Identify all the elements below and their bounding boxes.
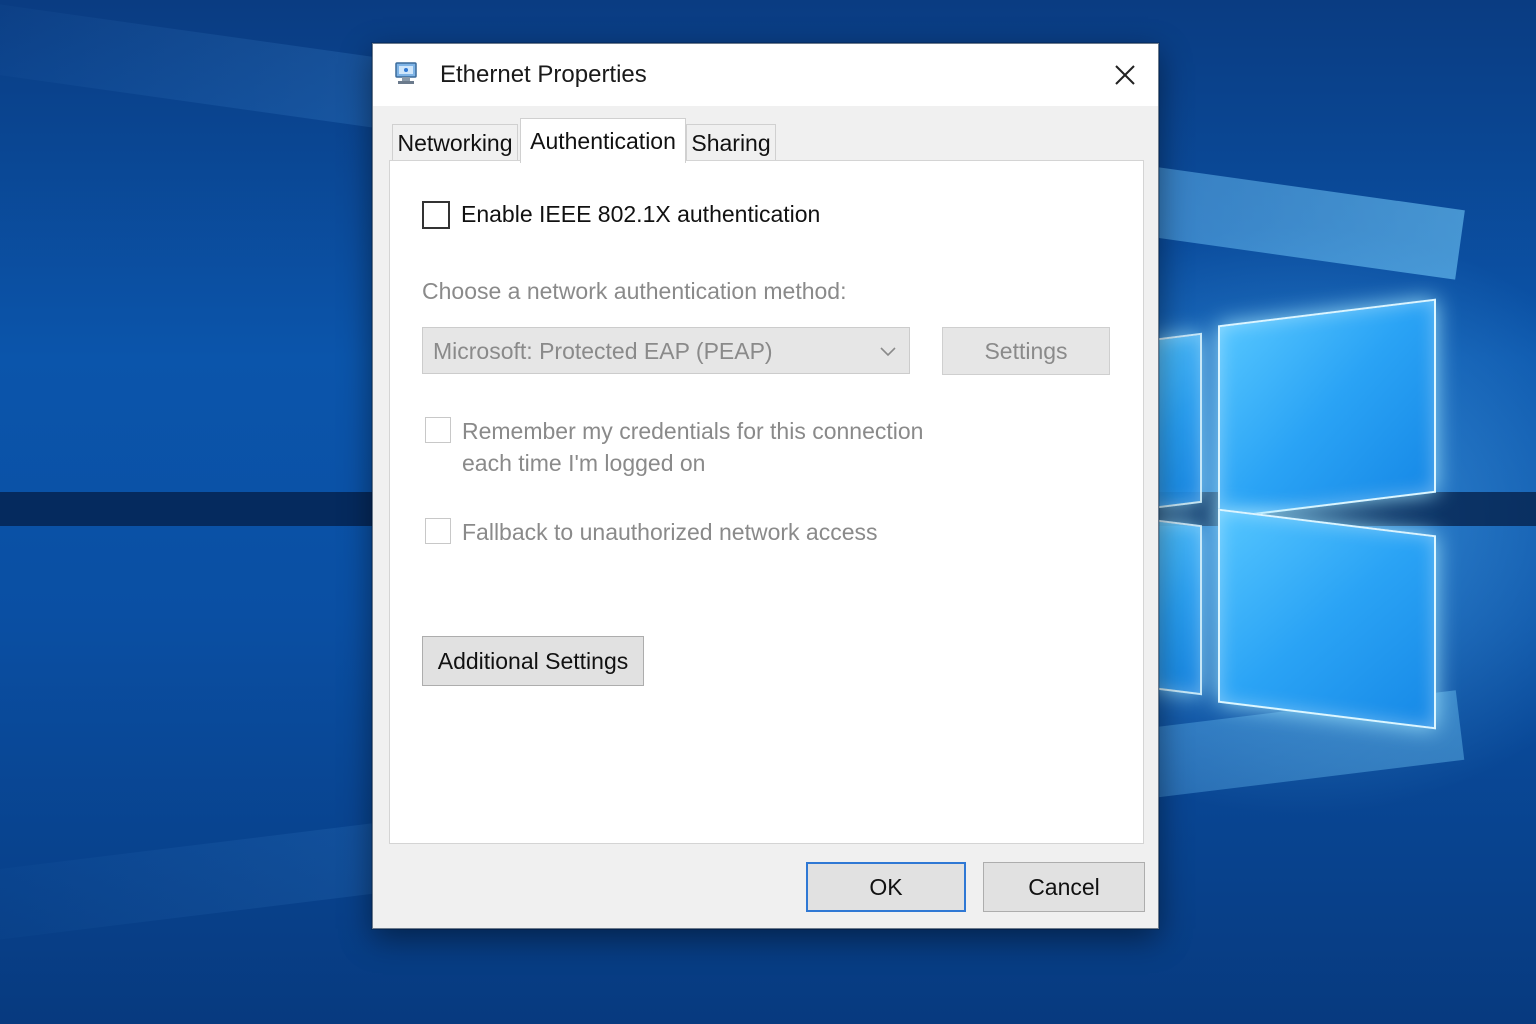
settings-button[interactable]: Settings [942, 327, 1110, 375]
enable-8021x-label[interactable]: Enable IEEE 802.1X authentication [461, 201, 820, 228]
tab-sharing[interactable]: Sharing [686, 124, 776, 162]
close-icon [1115, 65, 1135, 85]
remember-credentials-label-line2[interactable]: each time I'm logged on [462, 447, 705, 479]
ok-button[interactable]: OK [806, 862, 966, 912]
authentication-panel: Enable IEEE 802.1X authentication Choose… [389, 160, 1144, 844]
ethernet-properties-dialog: Ethernet Properties Networking Authentic… [372, 43, 1159, 929]
additional-settings-button[interactable]: Additional Settings [422, 636, 644, 686]
remember-credentials-checkbox[interactable] [425, 417, 451, 443]
dialog-title: Ethernet Properties [440, 61, 647, 88]
remember-credentials-label-line1[interactable]: Remember my credentials for this connect… [462, 415, 923, 447]
close-button[interactable] [1101, 54, 1149, 96]
windows-logo-pane [1218, 508, 1436, 730]
tab-authentication[interactable]: Authentication [520, 118, 686, 163]
network-adapter-icon [393, 60, 421, 88]
auth-method-value: Microsoft: Protected EAP (PEAP) [433, 338, 773, 364]
title-bar[interactable]: Ethernet Properties [373, 44, 1158, 106]
fallback-access-checkbox[interactable] [425, 518, 451, 544]
chevron-down-icon [879, 342, 897, 360]
auth-method-dropdown[interactable]: Microsoft: Protected EAP (PEAP) [422, 327, 910, 374]
cancel-button[interactable]: Cancel [983, 862, 1145, 912]
windows-logo-pane [1218, 298, 1436, 520]
enable-8021x-checkbox[interactable] [422, 201, 450, 229]
tab-networking[interactable]: Networking [392, 124, 518, 162]
fallback-access-label[interactable]: Fallback to unauthorized network access [462, 516, 878, 548]
method-prompt-label: Choose a network authentication method: [422, 278, 847, 304]
